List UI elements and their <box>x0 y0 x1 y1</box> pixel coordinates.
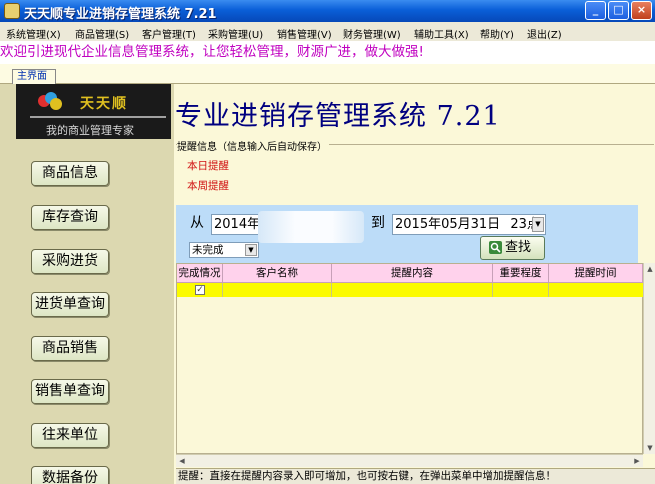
search-button-label: 查找 <box>505 240 532 255</box>
col-content[interactable]: 提醒内容 <box>332 264 493 283</box>
col-done[interactable]: 完成情况 <box>177 264 223 283</box>
done-checkbox[interactable]: ✓ <box>195 285 205 295</box>
scroll-left-icon[interactable]: ◀ <box>176 455 188 467</box>
page-title: 专业进销存管理系统 7.21 <box>175 101 501 132</box>
status-select[interactable]: 未完成 ▼ <box>189 242 259 258</box>
sidebar-item-sales-query[interactable]: 销售单查询 <box>31 379 109 404</box>
title-bar: 天天顺专业进销存管理系统 7.21 _ □ × <box>0 0 655 22</box>
to-date-value: 2015年05月31日 <box>395 217 501 232</box>
menu-exit[interactable]: 退出(Z) <box>527 26 562 41</box>
to-label: 到 <box>371 215 385 231</box>
sidebar-item-goods-info[interactable]: 商品信息 <box>31 161 109 186</box>
close-button[interactable]: × <box>631 1 652 20</box>
today-reminder-link[interactable]: 本日提醒 <box>187 158 229 173</box>
menu-sales[interactable]: 销售管理(V) <box>277 26 332 41</box>
cell-divider <box>222 283 223 297</box>
tab-strip: 主界面 <box>0 64 655 85</box>
menu-tools[interactable]: 辅助工具(X) <box>414 26 469 41</box>
logo-divider <box>30 116 166 118</box>
sidebar-item-backup[interactable]: 数据备份 <box>31 466 109 484</box>
week-reminder-link[interactable]: 本周提醒 <box>187 178 229 193</box>
horizontal-scrollbar[interactable]: ◀ ▶ <box>176 454 643 467</box>
col-customer[interactable]: 客户名称 <box>223 264 332 283</box>
from-label: 从 <box>190 215 204 231</box>
table-row[interactable] <box>177 283 643 297</box>
reminder-legend: 提醒信息（信息输入后自动保存） <box>177 138 329 153</box>
sidebar-item-purchase-query[interactable]: 进货单查询 <box>31 292 109 317</box>
status-select-value: 未完成 <box>192 244 224 256</box>
logo-slogan: 我的商业管理专家 <box>46 124 134 137</box>
menu-system[interactable]: 系统管理(X) <box>6 26 61 41</box>
sidebar-item-sales[interactable]: 商品销售 <box>31 336 109 361</box>
chevron-down-icon[interactable]: ▼ <box>532 217 544 232</box>
welcome-marquee: 欢迎引进现代企业信息管理系统，让您轻松管理，财源广进，做大做强! <box>0 41 655 64</box>
menu-help[interactable]: 帮助(Y) <box>480 26 514 41</box>
menu-finance[interactable]: 财务管理(W) <box>343 26 401 41</box>
scroll-up-icon[interactable]: ▲ <box>644 263 655 275</box>
minimize-button[interactable]: _ <box>585 1 606 20</box>
sidebar-item-partners[interactable]: 往来单位 <box>31 423 109 448</box>
app-icon <box>4 3 20 19</box>
col-time[interactable]: 提醒时间 <box>549 264 643 283</box>
col-importance[interactable]: 重要程度 <box>493 264 549 283</box>
cell-divider <box>548 283 549 297</box>
vertical-scrollbar[interactable]: ▲ ▼ <box>643 263 655 454</box>
to-date-field[interactable]: 2015年05月31日 23点 ▼ <box>392 214 546 235</box>
redacted-area <box>258 211 364 243</box>
scroll-right-icon[interactable]: ▶ <box>631 455 643 467</box>
sidebar-item-purchase[interactable]: 采购进货 <box>31 249 109 274</box>
logo-title: 天天顺 <box>80 96 128 112</box>
maximize-button[interactable]: □ <box>608 1 629 20</box>
logo: 天天顺 我的商业管理专家 <box>16 84 171 139</box>
search-icon <box>489 241 502 254</box>
menu-customer[interactable]: 客户管理(T) <box>142 26 196 41</box>
search-button[interactable]: 查找 <box>480 236 545 260</box>
tab-main[interactable]: 主界面 <box>12 69 56 85</box>
sidebar-item-stock-query[interactable]: 库存查询 <box>31 205 109 230</box>
logo-icon <box>38 92 62 110</box>
cell-divider <box>492 283 493 297</box>
menu-purchase[interactable]: 采购管理(U) <box>208 26 263 41</box>
menu-bar: 系统管理(X) 商品管理(S) 客户管理(T) 采购管理(U) 销售管理(V) … <box>0 23 655 41</box>
chevron-down-icon[interactable]: ▼ <box>245 244 257 256</box>
cell-divider <box>331 283 332 297</box>
menu-goods[interactable]: 商品管理(S) <box>75 26 129 41</box>
window-title: 天天顺专业进销存管理系统 7.21 <box>24 7 217 22</box>
status-bar: 提醒：直接在提醒内容录入即可增加，也可按右键，在弹出菜单中增加提醒信息！ <box>176 468 655 484</box>
scroll-down-icon[interactable]: ▼ <box>644 442 655 454</box>
from-date-value: 2014年 <box>214 217 261 232</box>
